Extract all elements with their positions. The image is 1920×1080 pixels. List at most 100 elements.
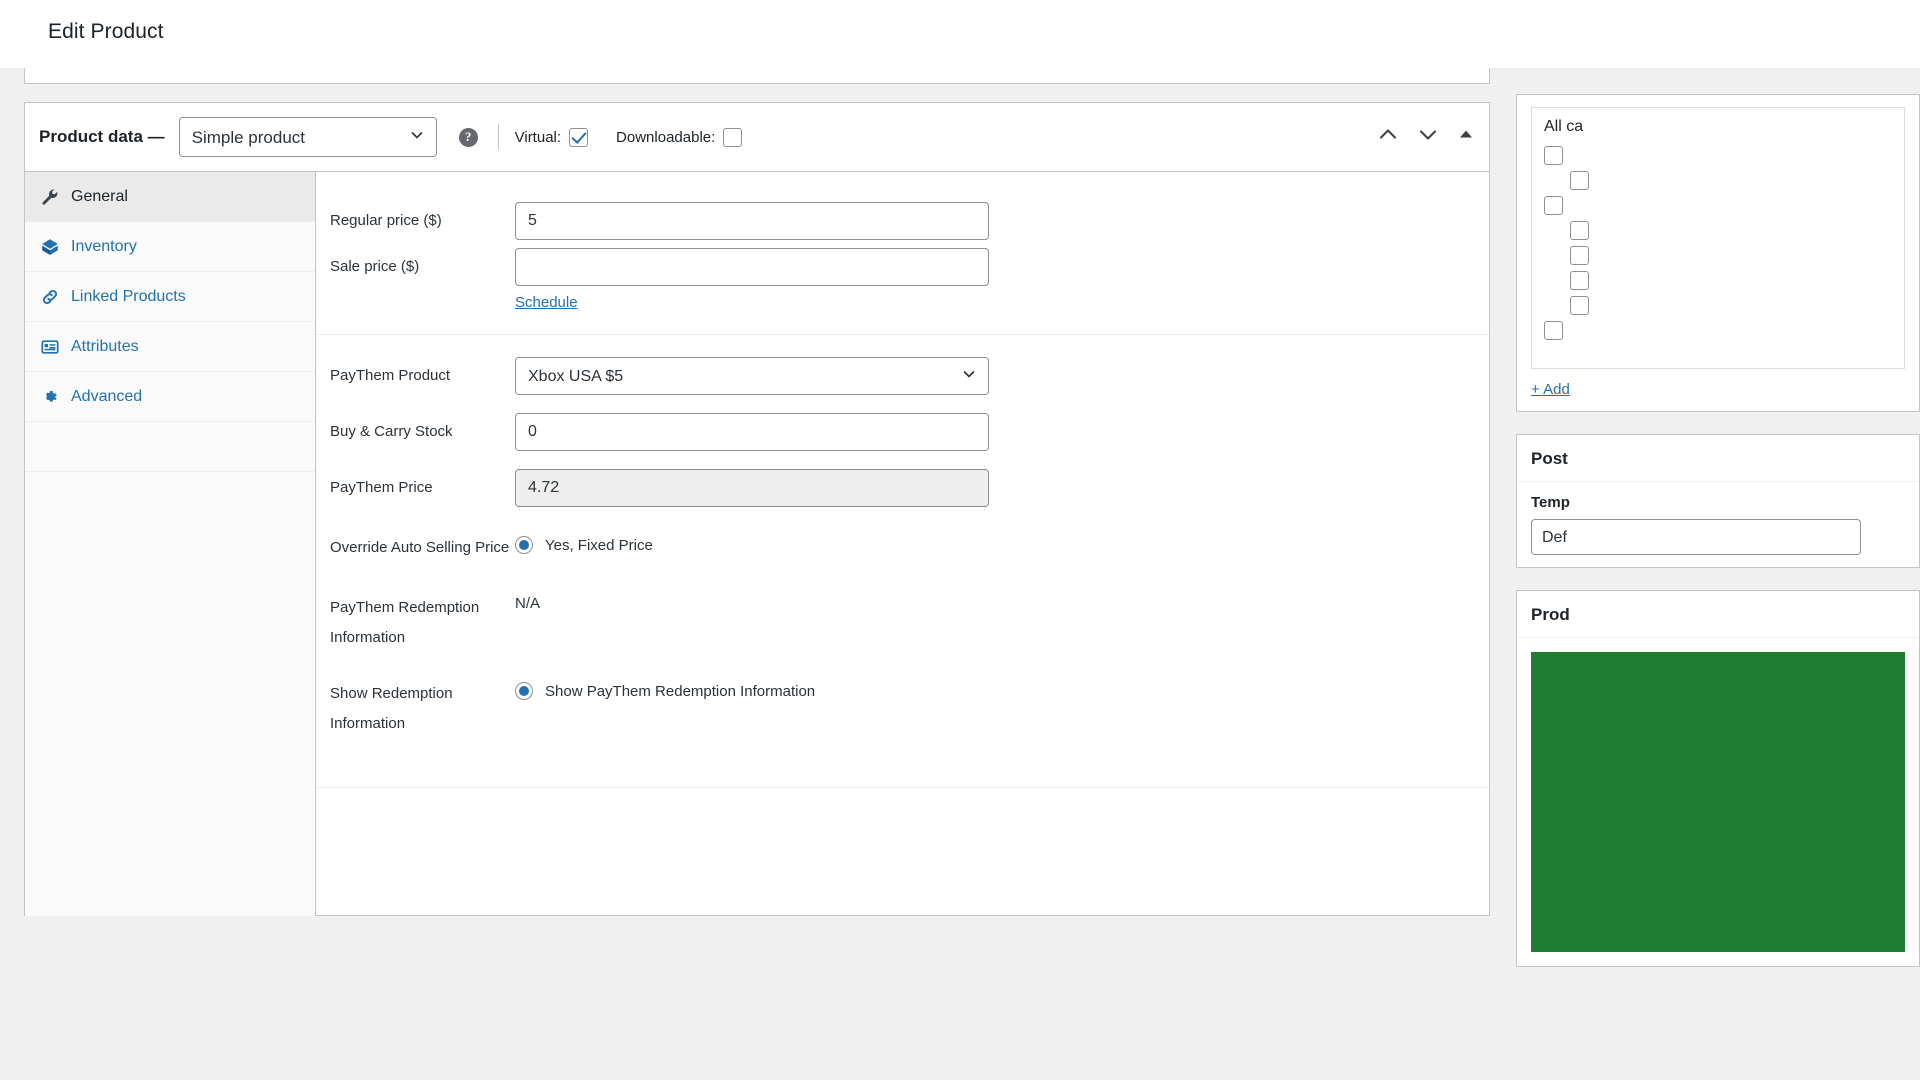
tab-attributes[interactable]: Attributes: [25, 322, 315, 372]
paythem-price-input: [515, 469, 989, 507]
category-item[interactable]: [1544, 171, 1892, 190]
product-image-box: Prod: [1516, 590, 1920, 967]
category-checkbox[interactable]: [1570, 221, 1589, 240]
paythem-product-select-wrap: Xbox USA $5: [515, 357, 989, 395]
category-checkbox[interactable]: [1570, 271, 1589, 290]
regular-price-input[interactable]: [515, 202, 989, 240]
sale-price-field-wrap: Schedule: [515, 248, 989, 312]
show-redemption-option-label: Show PayThem Redemption Information: [545, 682, 816, 700]
tab-linked-products-label: Linked Products: [71, 287, 186, 305]
virtual-checkbox[interactable]: [569, 127, 589, 147]
show-redemption-label-line1: Show Redemption: [330, 685, 453, 702]
tab-linked-products[interactable]: Linked Products: [25, 272, 315, 322]
list-table-icon: [37, 338, 63, 356]
downloadable-checkbox[interactable]: [723, 127, 743, 147]
product-categories-inner: All ca + Add: [1517, 95, 1919, 411]
product-categories-box: All ca + Add: [1516, 94, 1920, 412]
show-redemption-option[interactable]: Show PayThem Redemption Information: [515, 675, 815, 700]
tab-attributes-label: Attributes: [71, 337, 139, 355]
product-type-select-wrap: Simple product: [178, 117, 437, 157]
override-price-row: Override Auto Selling Price Yes, Fixed P…: [316, 507, 1489, 563]
show-redemption-label-line2: Information: [330, 715, 406, 732]
category-checkbox[interactable]: [1570, 296, 1589, 315]
category-checkbox[interactable]: [1544, 146, 1563, 165]
sale-price-input[interactable]: [515, 248, 989, 286]
category-item[interactable]: [1544, 146, 1892, 165]
redemption-info-value: N/A: [515, 595, 541, 612]
downloadable-checkbox-row[interactable]: Downloadable:: [616, 127, 743, 147]
override-price-option[interactable]: Yes, Fixed Price: [515, 529, 653, 554]
toggle-panel-icon[interactable]: [1457, 126, 1475, 149]
product-data-metabox: Product data — Simple product ? Virtual:…: [24, 102, 1490, 916]
tab-advanced[interactable]: Advanced: [25, 372, 315, 422]
sale-price-label: Sale price ($): [330, 258, 420, 275]
page-header: Edit Product: [0, 0, 1920, 68]
post-attributes-title: Post: [1517, 435, 1919, 482]
redemption-info-row: PayThem Redemption Information N/A: [316, 563, 1489, 653]
category-checkbox[interactable]: [1570, 171, 1589, 190]
paythem-product-row: PayThem Product Xbox USA $5: [316, 339, 1489, 395]
override-price-radio[interactable]: [515, 536, 533, 554]
category-checkbox[interactable]: [1570, 246, 1589, 265]
tab-advanced-label: Advanced: [71, 387, 143, 405]
general-panel: Regular price ($) Sale price ($) Schedul…: [316, 172, 1489, 916]
paythem-product-label: PayThem Product: [330, 367, 451, 384]
paythem-field-group: PayThem Product Xbox USA $5 Buy & Carry …: [316, 335, 1489, 788]
template-select[interactable]: Def: [1531, 519, 1861, 555]
tab-inventory[interactable]: Inventory: [25, 222, 315, 272]
category-item[interactable]: [1544, 321, 1892, 340]
gear-icon: [37, 388, 63, 406]
admin-canvas: Product data — Simple product ? Virtual:…: [0, 68, 1920, 1080]
sidebar-column: All ca + Add Post Temp Def Prod: [1516, 68, 1920, 989]
show-redemption-radio[interactable]: [515, 682, 533, 700]
box-icon: [37, 238, 63, 256]
move-up-icon[interactable]: [1377, 124, 1399, 151]
product-data-tabs: General Inventory Linked Products Attrib…: [25, 172, 316, 916]
page-title: Edit Product: [48, 20, 164, 43]
category-item[interactable]: [1544, 271, 1892, 290]
override-price-option-label: Yes, Fixed Price: [545, 536, 653, 554]
product-data-title: Product data —: [39, 127, 165, 146]
product-data-body: General Inventory Linked Products Attrib…: [25, 172, 1489, 916]
category-checkbox[interactable]: [1544, 196, 1563, 215]
downloadable-label: Downloadable:: [616, 128, 716, 146]
regular-price-label: Regular price ($): [330, 212, 442, 229]
paythem-product-select[interactable]: Xbox USA $5: [515, 357, 989, 395]
category-item[interactable]: [1544, 221, 1892, 240]
editor-panel-clipped: [24, 68, 1490, 84]
category-item[interactable]: [1544, 246, 1892, 265]
buy-carry-stock-row: Buy & Carry Stock: [316, 395, 1489, 451]
category-item[interactable]: [1544, 296, 1892, 315]
metabox-header-actions: [1377, 124, 1475, 151]
buy-carry-stock-input[interactable]: [515, 413, 989, 451]
tab-general-label: General: [71, 187, 128, 205]
add-category-link[interactable]: + Add: [1531, 381, 1570, 398]
post-attributes-inner: Temp Def: [1517, 482, 1919, 567]
all-categories-tab[interactable]: All ca: [1544, 118, 1892, 136]
virtual-checkbox-row[interactable]: Virtual:: [515, 127, 589, 147]
category-item[interactable]: [1544, 196, 1892, 215]
move-down-icon[interactable]: [1417, 124, 1439, 151]
template-label: Temp: [1531, 494, 1570, 511]
category-checkbox[interactable]: [1544, 321, 1563, 340]
header-divider: [497, 124, 499, 150]
help-icon[interactable]: ?: [458, 127, 478, 147]
show-redemption-label: Show Redemption Information: [330, 675, 515, 739]
override-price-label: Override Auto Selling Price: [330, 539, 510, 556]
tab-placeholder: [25, 422, 315, 472]
product-data-header: Product data — Simple product ? Virtual:…: [25, 103, 1489, 172]
tab-inventory-label: Inventory: [71, 237, 137, 255]
product-image-title: Prod: [1517, 591, 1919, 638]
buy-carry-stock-label: Buy & Carry Stock: [330, 423, 453, 440]
category-list[interactable]: All ca: [1531, 107, 1905, 369]
redemption-info-label: PayThem Redemption Information: [330, 589, 515, 653]
wrench-icon: [37, 188, 63, 206]
redemption-info-label-line2: Information: [330, 629, 406, 646]
show-redemption-row: Show Redemption Information Show PayThem…: [316, 653, 1489, 739]
schedule-link[interactable]: Schedule: [515, 294, 578, 311]
product-type-select[interactable]: Simple product: [178, 117, 437, 157]
paythem-price-row: PayThem Price: [316, 451, 1489, 507]
redemption-info-label-line1: PayThem Redemption: [330, 599, 480, 616]
tab-general[interactable]: General: [25, 172, 315, 222]
product-image-thumbnail[interactable]: [1531, 652, 1905, 952]
